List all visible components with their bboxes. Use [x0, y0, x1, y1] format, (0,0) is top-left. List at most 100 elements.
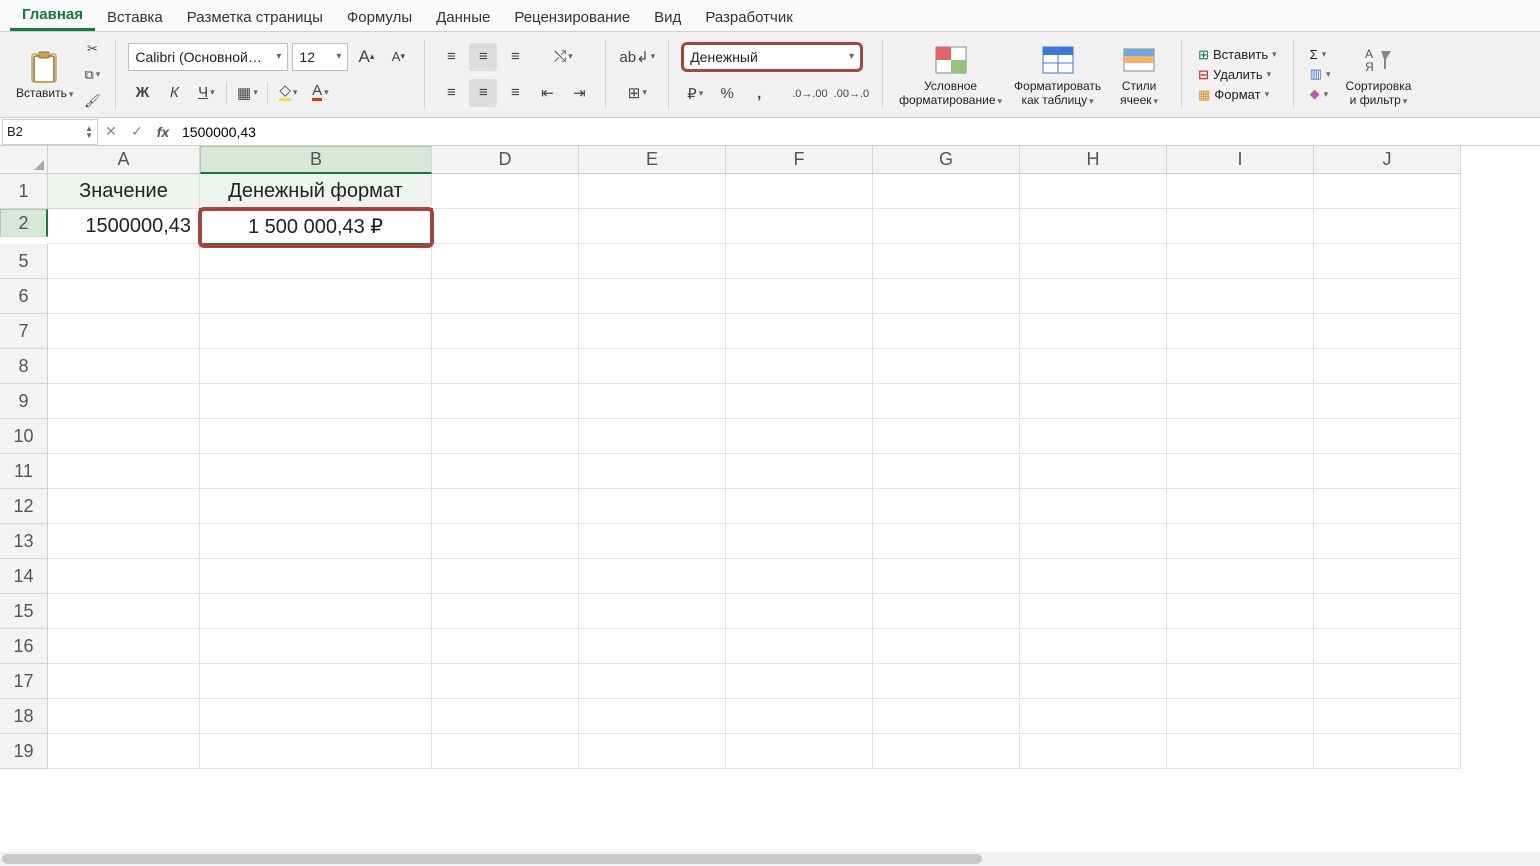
decrease-decimal-button[interactable]: .00→.0 [833, 80, 870, 108]
cell-D14[interactable] [432, 559, 579, 594]
cell-I8[interactable] [1167, 349, 1314, 384]
cell-D18[interactable] [432, 699, 579, 734]
align-center-button[interactable]: ≡ [469, 79, 497, 107]
cell-D9[interactable] [432, 384, 579, 419]
cell-D1[interactable] [432, 174, 579, 209]
cell-B12[interactable] [200, 489, 432, 524]
cell-H18[interactable] [1020, 699, 1167, 734]
row-header-18[interactable]: 18 [0, 699, 48, 734]
row-header-15[interactable]: 15 [0, 594, 48, 629]
cell-D6[interactable] [432, 279, 579, 314]
decrease-indent-button[interactable]: ⇤ [533, 79, 561, 107]
bold-button[interactable]: Ж [128, 79, 156, 107]
cell-F13[interactable] [726, 524, 873, 559]
cell-J17[interactable] [1314, 664, 1461, 699]
cell-F19[interactable] [726, 734, 873, 769]
cell-B17[interactable] [200, 664, 432, 699]
cell-E17[interactable] [579, 664, 726, 699]
cell-H2[interactable] [1020, 209, 1167, 244]
align-top-button[interactable]: ≡ [437, 43, 465, 71]
cell-H10[interactable] [1020, 419, 1167, 454]
cell-I14[interactable] [1167, 559, 1314, 594]
font-name-select[interactable]: Calibri (Основной…▾ [128, 43, 288, 71]
cancel-formula-button[interactable]: ✕ [98, 123, 124, 140]
cell-A2[interactable]: 1500000,43 [48, 209, 200, 244]
cell-A14[interactable] [48, 559, 200, 594]
column-header-I[interactable]: I [1167, 146, 1314, 174]
cell-I19[interactable] [1167, 734, 1314, 769]
row-header-8[interactable]: 8 [0, 349, 48, 384]
cell-I16[interactable] [1167, 629, 1314, 664]
align-right-button[interactable]: ≡ [501, 79, 529, 107]
cell-E19[interactable] [579, 734, 726, 769]
cell-F8[interactable] [726, 349, 873, 384]
cell-J19[interactable] [1314, 734, 1461, 769]
cell-H6[interactable] [1020, 279, 1167, 314]
cell-B6[interactable] [200, 279, 432, 314]
cell-A5[interactable] [48, 244, 200, 279]
cell-G11[interactable] [873, 454, 1020, 489]
cell-G1[interactable] [873, 174, 1020, 209]
sort-filter-button[interactable]: AЯ Сортировка и фильтр▾ [1338, 36, 1418, 114]
cell-B8[interactable] [200, 349, 432, 384]
cell-G9[interactable] [873, 384, 1020, 419]
cell-G12[interactable] [873, 489, 1020, 524]
cell-J16[interactable] [1314, 629, 1461, 664]
cell-H13[interactable] [1020, 524, 1167, 559]
cell-B14[interactable] [200, 559, 432, 594]
row-header-10[interactable]: 10 [0, 419, 48, 454]
formula-input[interactable] [176, 124, 1540, 140]
cell-F2[interactable] [726, 209, 873, 244]
clear-button[interactable]: ◆▾ [1306, 85, 1333, 103]
cell-I7[interactable] [1167, 314, 1314, 349]
cell-E10[interactable] [579, 419, 726, 454]
tab-review[interactable]: Рецензирование [502, 3, 642, 31]
cell-B1[interactable]: Денежный формат [200, 174, 432, 209]
cell-I11[interactable] [1167, 454, 1314, 489]
row-header-1[interactable]: 1 [0, 174, 48, 209]
cell-A11[interactable] [48, 454, 200, 489]
align-left-button[interactable]: ≡ [437, 79, 465, 107]
cell-J14[interactable] [1314, 559, 1461, 594]
cell-J2[interactable] [1314, 209, 1461, 244]
cell-I18[interactable] [1167, 699, 1314, 734]
cell-B11[interactable] [200, 454, 432, 489]
cell-E2[interactable] [579, 209, 726, 244]
cell-E1[interactable] [579, 174, 726, 209]
cut-button[interactable]: ✂ [81, 38, 103, 60]
cell-G7[interactable] [873, 314, 1020, 349]
column-header-B[interactable]: B [200, 146, 432, 174]
cell-H19[interactable] [1020, 734, 1167, 769]
accept-formula-button[interactable]: ✓ [124, 123, 150, 140]
scrollbar-thumb[interactable] [2, 854, 982, 864]
cell-E11[interactable] [579, 454, 726, 489]
paste-button[interactable]: Вставить▾ [12, 36, 77, 114]
format-painter-button[interactable]: 🖌 [81, 90, 103, 112]
cell-F7[interactable] [726, 314, 873, 349]
cell-D11[interactable] [432, 454, 579, 489]
cell-B15[interactable] [200, 594, 432, 629]
cell-F11[interactable] [726, 454, 873, 489]
orientation-button[interactable]: ⤭▾ [549, 43, 577, 71]
cell-H8[interactable] [1020, 349, 1167, 384]
column-header-H[interactable]: H [1020, 146, 1167, 174]
cell-H15[interactable] [1020, 594, 1167, 629]
row-header-13[interactable]: 13 [0, 524, 48, 559]
tab-insert[interactable]: Вставка [95, 3, 175, 31]
select-all-corner[interactable] [0, 146, 48, 174]
row-header-19[interactable]: 19 [0, 734, 48, 769]
cell-E8[interactable] [579, 349, 726, 384]
cell-D8[interactable] [432, 349, 579, 384]
cell-E15[interactable] [579, 594, 726, 629]
cell-D19[interactable] [432, 734, 579, 769]
cell-D16[interactable] [432, 629, 579, 664]
percent-button[interactable]: % [713, 80, 741, 108]
cell-G19[interactable] [873, 734, 1020, 769]
cell-E16[interactable] [579, 629, 726, 664]
merge-cells-button[interactable]: ⊞▾ [623, 79, 651, 107]
align-bottom-button[interactable]: ≡ [501, 43, 529, 71]
cell-E14[interactable] [579, 559, 726, 594]
name-box-spinner[interactable]: ▲▼ [85, 125, 93, 139]
cell-A16[interactable] [48, 629, 200, 664]
tab-data[interactable]: Данные [424, 3, 502, 31]
